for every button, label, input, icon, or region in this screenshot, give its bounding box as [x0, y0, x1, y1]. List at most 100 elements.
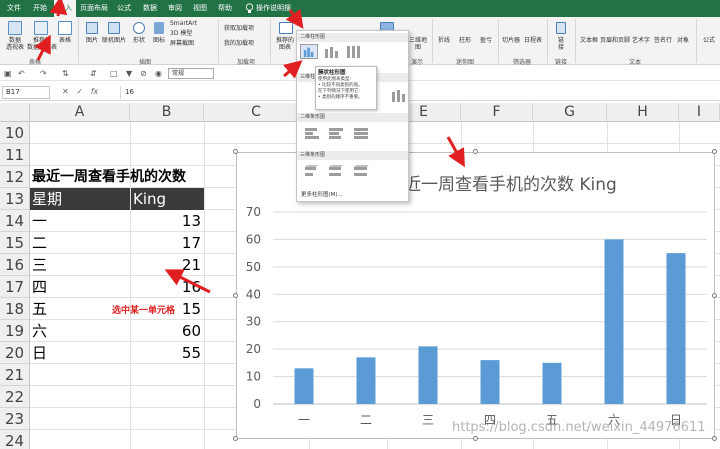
- table-cell-value[interactable]: 21: [131, 254, 204, 276]
- chart-bar[interactable]: [294, 368, 314, 404]
- formula-input[interactable]: 16: [120, 86, 718, 99]
- textbox-button[interactable]: 文本框: [578, 37, 600, 44]
- resize-handle[interactable]: [712, 436, 717, 441]
- recommended-pivot-button[interactable]: 推荐的 数据透视表: [27, 37, 57, 51]
- function-icon[interactable]: fx: [91, 87, 99, 96]
- 3d-clustered-bar-icon[interactable]: [303, 164, 321, 179]
- row-header[interactable]: 16: [0, 254, 30, 276]
- name-box[interactable]: B17: [2, 86, 50, 99]
- table-cell-value[interactable]: 16: [131, 276, 204, 298]
- undo-icon[interactable]: ↶: [18, 69, 25, 78]
- column-header-g[interactable]: G: [533, 103, 607, 122]
- shapes-button[interactable]: 形状: [128, 37, 150, 44]
- table-header-king[interactable]: King: [131, 188, 204, 210]
- filter-icon[interactable]: ▼: [126, 69, 132, 78]
- resize-handle[interactable]: [233, 436, 238, 441]
- column-header-i[interactable]: I: [679, 103, 720, 122]
- tab-data[interactable]: 数据: [139, 0, 161, 17]
- tab-page-layout[interactable]: 页面布局: [78, 0, 110, 17]
- picture-button[interactable]: 图片: [82, 37, 102, 44]
- signature-line-button[interactable]: 签名行: [652, 37, 674, 44]
- row-header[interactable]: 15: [0, 232, 30, 254]
- icons-button[interactable]: 图标: [151, 37, 167, 44]
- chart-bar[interactable]: [604, 239, 624, 404]
- row-header[interactable]: 20: [0, 342, 30, 364]
- row-header[interactable]: 21: [0, 364, 30, 386]
- number-format-select[interactable]: 常规: [168, 68, 214, 79]
- select-all-corner[interactable]: [0, 103, 30, 122]
- column-header-f[interactable]: F: [461, 103, 533, 122]
- table-cell-day[interactable]: 二: [32, 232, 128, 254]
- row-header[interactable]: 24: [0, 430, 30, 449]
- more-column-charts-link[interactable]: 更多柱形图(M)...: [301, 190, 343, 198]
- camera-icon[interactable]: ◉: [155, 69, 162, 78]
- cancel-icon[interactable]: ✕: [62, 87, 69, 96]
- save-icon[interactable]: ▣: [4, 69, 12, 78]
- chart-bar[interactable]: [418, 346, 438, 404]
- stacked-column-icon[interactable]: [322, 44, 340, 59]
- percent-stacked-column-icon[interactable]: [344, 44, 362, 59]
- chart-bar[interactable]: [542, 362, 562, 404]
- chart-bar[interactable]: [356, 357, 376, 404]
- tab-view[interactable]: 视图: [189, 0, 211, 17]
- row-header[interactable]: 19: [0, 320, 30, 342]
- tab-formulas[interactable]: 公式: [113, 0, 135, 17]
- sort-desc-icon[interactable]: ⇵: [90, 69, 97, 78]
- resize-handle[interactable]: [473, 149, 478, 154]
- table-cell-day[interactable]: 日: [32, 342, 128, 364]
- 3d-model-button[interactable]: 3D 模型: [170, 30, 210, 37]
- row-header[interactable]: 11: [0, 144, 30, 166]
- table-cell-value[interactable]: 13: [131, 210, 204, 232]
- enter-icon[interactable]: ✓: [76, 87, 83, 96]
- tab-help[interactable]: 帮助: [214, 0, 236, 17]
- 3d-stacked-bar-icon[interactable]: [327, 164, 345, 179]
- table-cell-day[interactable]: 四: [32, 276, 128, 298]
- my-addins-button[interactable]: 我的加载项: [224, 40, 268, 47]
- table-header-day[interactable]: 星期: [30, 188, 130, 210]
- sort-asc-icon[interactable]: ⇅: [62, 69, 69, 78]
- table-cell-day[interactable]: 六: [32, 320, 128, 342]
- sparkline-line-button[interactable]: 折线: [436, 37, 452, 44]
- 3d-percent-stacked-bar-icon[interactable]: [352, 164, 370, 179]
- row-header[interactable]: 14: [0, 210, 30, 232]
- row-header[interactable]: 10: [0, 122, 30, 144]
- tell-me-search[interactable]: 操作说明搜索: [256, 0, 296, 29]
- 3d-column-icon[interactable]: [389, 88, 407, 103]
- tab-home[interactable]: 开始: [28, 0, 52, 17]
- slicer-button[interactable]: 切片器: [501, 37, 521, 44]
- chart-bar[interactable]: [480, 360, 500, 404]
- table-cell-day[interactable]: 一: [32, 210, 128, 232]
- table-title[interactable]: 最近一周查看手机的次数: [32, 166, 186, 188]
- header-footer-button[interactable]: 页眉和页脚: [600, 37, 630, 44]
- get-addins-button[interactable]: 获取加载项: [224, 25, 268, 32]
- table-button[interactable]: 表格: [56, 37, 74, 44]
- stacked-bar-icon[interactable]: [327, 126, 345, 141]
- table-cell-value[interactable]: 60: [131, 320, 204, 342]
- clustered-bar-icon[interactable]: [303, 126, 321, 141]
- new-icon[interactable]: □: [110, 69, 118, 78]
- sparkline-column-button[interactable]: 柱形: [457, 37, 473, 44]
- table-cell-day[interactable]: 三: [32, 254, 128, 276]
- percent-stacked-bar-icon[interactable]: [352, 126, 370, 141]
- link-button[interactable]: 链 接: [553, 37, 569, 51]
- equation-button[interactable]: 公式: [700, 37, 718, 44]
- screenshot-button[interactable]: 屏幕截图: [170, 40, 210, 47]
- timeline-button[interactable]: 日程表: [522, 37, 544, 44]
- column-header-h[interactable]: H: [607, 103, 679, 122]
- redo-icon[interactable]: ↷: [40, 69, 47, 78]
- clear-filter-icon[interactable]: ⊘: [140, 69, 147, 78]
- table-cell-value[interactable]: 17: [131, 232, 204, 254]
- resize-handle[interactable]: [712, 149, 717, 154]
- resize-handle[interactable]: [233, 149, 238, 154]
- clustered-column-icon[interactable]: [300, 44, 318, 59]
- tab-insert[interactable]: 插入: [54, 0, 76, 17]
- row-header[interactable]: 18: [0, 298, 30, 320]
- chart-bar[interactable]: [666, 253, 686, 404]
- object-button[interactable]: 对象: [674, 37, 692, 44]
- row-header[interactable]: 23: [0, 408, 30, 430]
- recommended-charts-button[interactable]: 推荐的 图表: [272, 37, 298, 51]
- online-picture-button[interactable]: 联机图片: [101, 37, 127, 44]
- tab-review[interactable]: 审阅: [164, 0, 186, 17]
- resize-handle[interactable]: [712, 293, 717, 298]
- column-header-a[interactable]: A: [30, 103, 130, 122]
